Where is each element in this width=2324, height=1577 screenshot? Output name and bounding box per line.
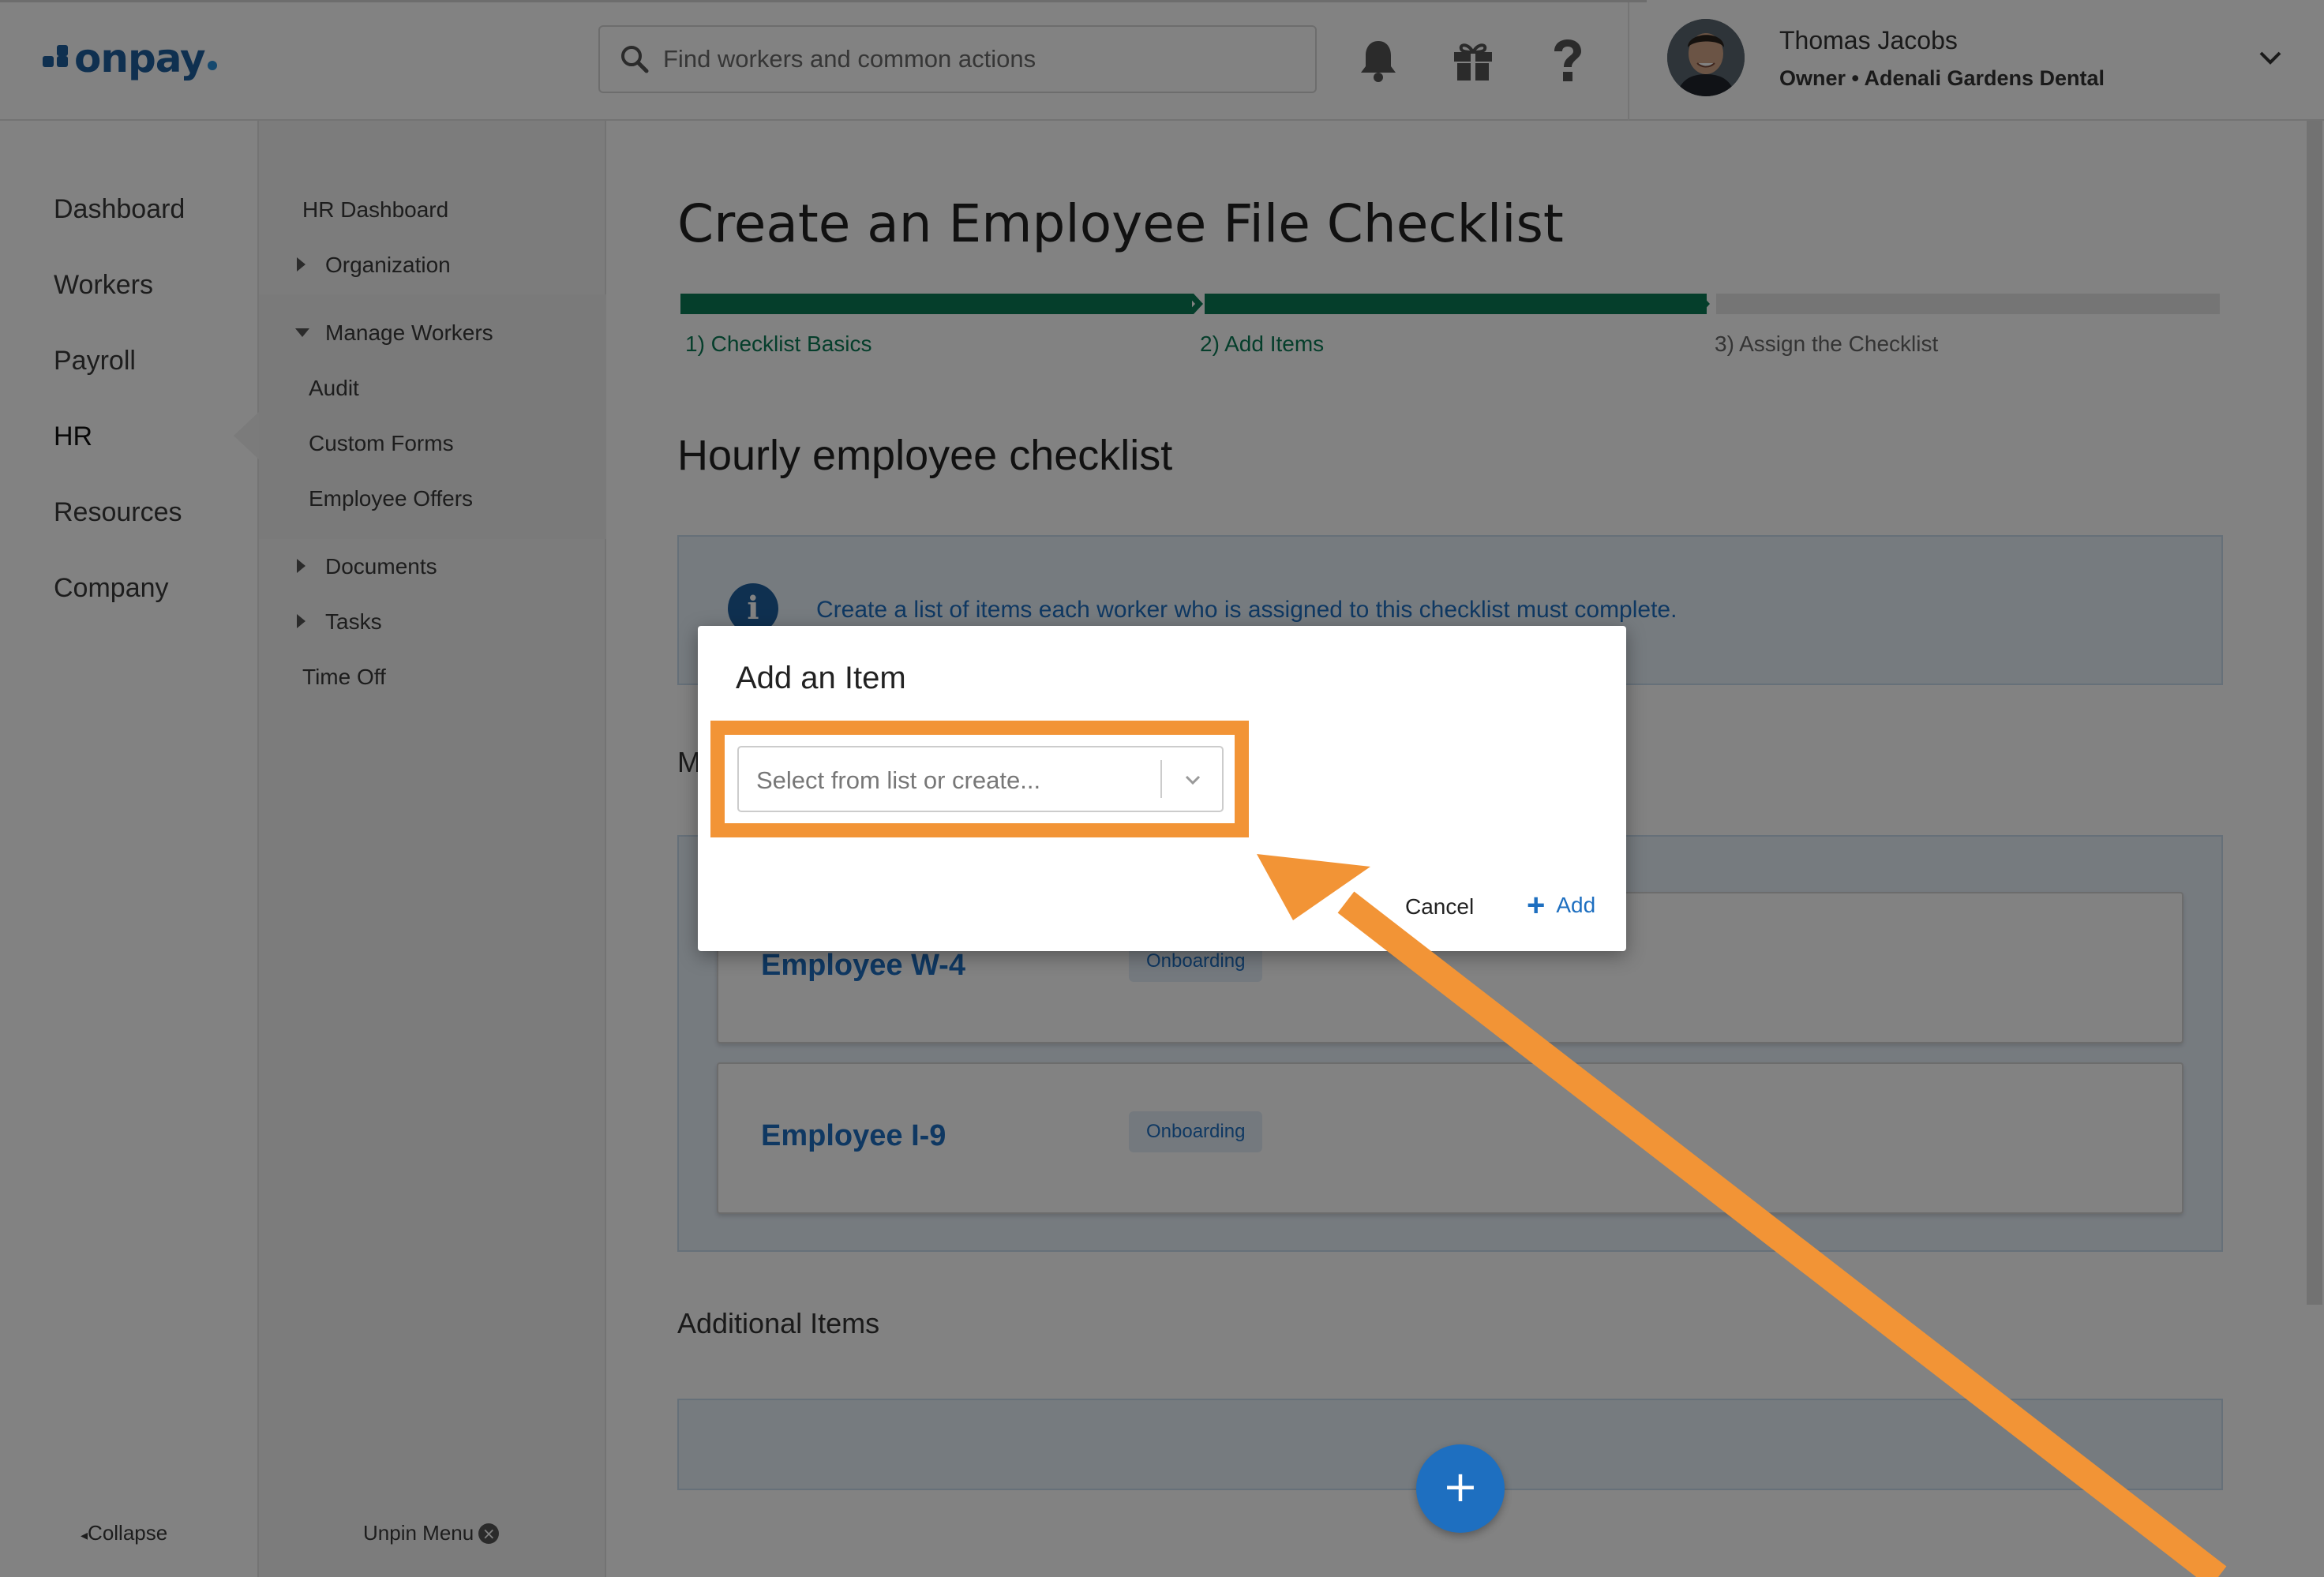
modal-title: Add an Item xyxy=(736,661,906,695)
add-button[interactable]: + Add xyxy=(1527,888,1596,923)
select-divider xyxy=(1160,760,1162,798)
loading-progress-bar xyxy=(0,0,1647,2)
chevron-down-icon[interactable] xyxy=(1181,768,1205,792)
plus-icon: + xyxy=(1527,888,1546,923)
add-button-label: Add xyxy=(1556,893,1596,917)
item-select-dropdown[interactable]: Select from list or create... xyxy=(737,746,1224,812)
cancel-button[interactable]: Cancel xyxy=(1405,894,1474,920)
select-placeholder: Select from list or create... xyxy=(756,766,1041,794)
add-item-fab-button[interactable]: + xyxy=(1416,1444,1505,1533)
add-item-modal: Add an Item Select from list or create..… xyxy=(698,626,1626,951)
